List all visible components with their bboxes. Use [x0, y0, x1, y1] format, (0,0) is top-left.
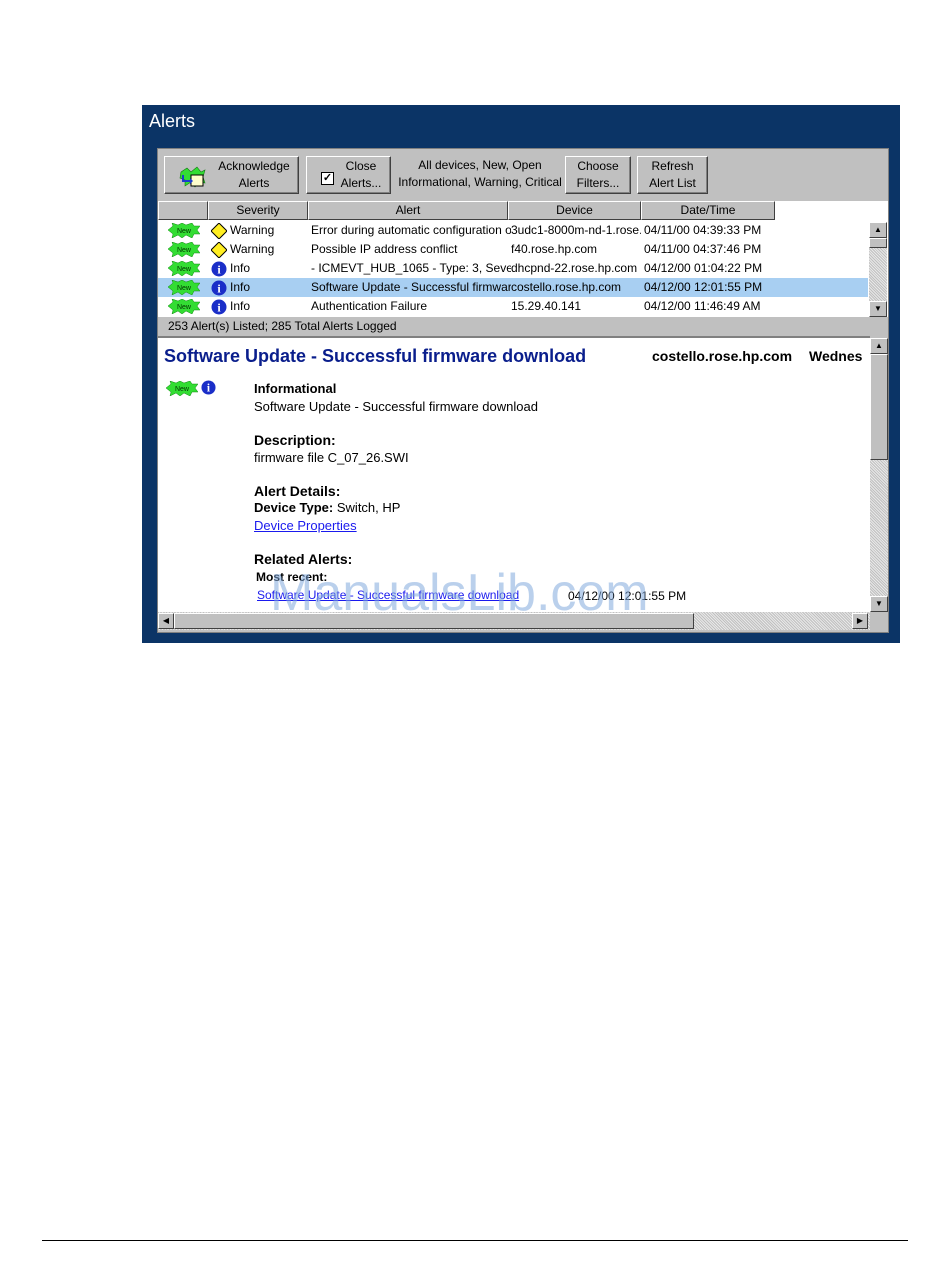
- acknowledge-label-2: Alerts: [238, 176, 270, 190]
- datetime-cell: 04/12/00 01:04:22 PM: [644, 261, 763, 275]
- detail-summary: Software Update - Successful firmware do…: [254, 399, 538, 414]
- column-header-severity[interactable]: Severity: [208, 201, 308, 220]
- alert-cell: Error during automatic configuration of …: [311, 223, 511, 237]
- alerts-panel: Acknowledge Alerts ✓ Close Alerts... All…: [157, 148, 889, 633]
- alert-cell: Software Update - Successful firmwar: [311, 280, 511, 294]
- device-type-value: Switch, HP: [336, 500, 401, 515]
- info-icon: i: [211, 299, 227, 315]
- device-cell: dhcpnd-22.rose.hp.com: [511, 261, 638, 275]
- scroll-down-icon[interactable]: ▼: [869, 301, 887, 317]
- acknowledge-icon: [179, 166, 206, 188]
- new-badge-icon: New: [168, 242, 200, 257]
- new-badge-text: New: [177, 228, 192, 235]
- column-header-datetime[interactable]: Date/Time: [641, 201, 775, 220]
- warning-icon: [211, 242, 227, 258]
- refresh-alert-list-button[interactable]: Refresh Alert List: [637, 156, 708, 194]
- severity-label: Informational: [254, 381, 337, 396]
- close-label-1: Close: [345, 159, 377, 173]
- watermark: ManualsLib.com: [270, 564, 649, 622]
- warning-icon: [211, 223, 227, 239]
- scroll-up-icon[interactable]: ▲: [870, 338, 888, 354]
- device-type-row: Device Type: Switch, HP: [254, 500, 400, 515]
- column-header-device[interactable]: Device: [508, 201, 641, 220]
- new-badge-text: New: [175, 386, 190, 393]
- device-cell: 3udc1-8000m-nd-1.rose.: [511, 223, 641, 237]
- description-text: firmware file C_07_26.SWI: [254, 450, 409, 465]
- info-icon: i: [211, 280, 227, 296]
- column-header-alert[interactable]: Alert: [308, 201, 508, 220]
- acknowledge-alerts-button[interactable]: Acknowledge Alerts: [164, 156, 299, 194]
- alert-cell: Authentication Failure: [311, 299, 428, 313]
- datetime-cell: 04/12/00 11:46:49 AM: [644, 299, 761, 313]
- refresh-label-2: Alert List: [649, 176, 696, 190]
- acknowledge-label-1: Acknowledge: [218, 159, 290, 173]
- new-badge-icon: New: [168, 299, 200, 314]
- alert-list: Severity Alert Device Date/Time New Warn…: [158, 201, 888, 317]
- table-row[interactable]: New Warning Possible IP address conflict…: [158, 240, 868, 259]
- table-row[interactable]: New i Info Authentication Failure 15.29.…: [158, 297, 868, 315]
- detail-title: Software Update - Successful firmware do…: [164, 346, 587, 366]
- scroll-right-icon[interactable]: ▶: [852, 613, 868, 629]
- alert-cell: - ICMEVT_HUB_1065 - Type: 3, Seve: [311, 261, 511, 275]
- severity-cell: Info: [230, 280, 251, 294]
- refresh-label-1: Refresh: [651, 159, 694, 173]
- close-label-2: Alerts...: [340, 176, 382, 190]
- device-properties-link[interactable]: Device Properties: [254, 518, 357, 533]
- detail-device: costello.rose.hp.com: [652, 348, 793, 364]
- new-badge-icon: New: [168, 223, 200, 238]
- scroll-thumb[interactable]: [869, 238, 887, 248]
- severity-cell: Info: [230, 261, 251, 275]
- choose-filters-button[interactable]: Choose Filters...: [565, 156, 631, 194]
- scroll-thumb[interactable]: [870, 354, 888, 460]
- scroll-down-icon[interactable]: ▼: [870, 596, 888, 612]
- alert-details-heading: Alert Details:: [254, 483, 341, 499]
- device-type-label: Device Type:: [254, 500, 334, 515]
- info-icon: i: [201, 380, 216, 395]
- close-alerts-button[interactable]: ✓ Close Alerts...: [306, 156, 391, 194]
- severity-cell: Warning: [230, 223, 275, 237]
- column-header-badge[interactable]: [158, 201, 208, 220]
- new-badge-text: New: [177, 304, 192, 311]
- filter-summary-line-2: Informational, Warning, Critical: [398, 175, 562, 189]
- filter-summary: All devices, New, Open Informational, Wa…: [396, 157, 564, 191]
- new-badge-text: New: [177, 247, 192, 254]
- page-rule: [42, 1240, 908, 1241]
- severity-cell: Info: [230, 299, 251, 313]
- list-scrollbar[interactable]: ▲ ▼: [869, 222, 887, 317]
- detail-scrollbar[interactable]: ▲ ▼: [870, 338, 888, 612]
- description-heading: Description:: [254, 432, 336, 448]
- datetime-cell: 04/11/00 04:37:46 PM: [644, 242, 762, 256]
- table-row-selected[interactable]: New i Info Software Update - Successful …: [158, 278, 868, 297]
- severity-cell: Warning: [230, 242, 275, 256]
- list-header: Severity Alert Device Date/Time: [158, 201, 775, 220]
- device-cell: f40.rose.hp.com: [511, 242, 598, 256]
- alert-cell: Possible IP address conflict: [311, 242, 458, 256]
- svg-text:i: i: [207, 383, 210, 395]
- choose-label-2: Filters...: [576, 176, 620, 190]
- detail-day: Wednes: [809, 348, 863, 364]
- table-row[interactable]: New Warning Error during automatic confi…: [158, 221, 868, 240]
- new-badge-icon: New: [166, 381, 198, 396]
- new-badge-icon: New: [168, 261, 200, 276]
- window-title: Alerts: [149, 111, 196, 131]
- filter-summary-line-1: All devices, New, Open: [418, 158, 542, 172]
- choose-label-1: Choose: [577, 159, 619, 173]
- new-badge-text: New: [177, 285, 192, 292]
- scroll-up-icon[interactable]: ▲: [869, 222, 887, 238]
- info-icon: i: [211, 261, 227, 277]
- device-cell: 15.29.40.141: [511, 299, 582, 313]
- status-bar: 253 Alert(s) Listed; 285 Total Alerts Lo…: [158, 317, 888, 335]
- datetime-cell: 04/12/00 12:01:55 PM: [644, 280, 763, 294]
- device-cell: costello.rose.hp.com: [511, 280, 622, 294]
- new-badge-text: New: [177, 266, 192, 273]
- datetime-cell: 04/11/00 04:39:33 PM: [644, 223, 762, 237]
- scroll-left-icon[interactable]: ◀: [158, 613, 174, 629]
- table-row[interactable]: New i Info - ICMEVT_HUB_1065 - Type: 3, …: [158, 259, 868, 278]
- new-badge-icon: New: [168, 280, 200, 295]
